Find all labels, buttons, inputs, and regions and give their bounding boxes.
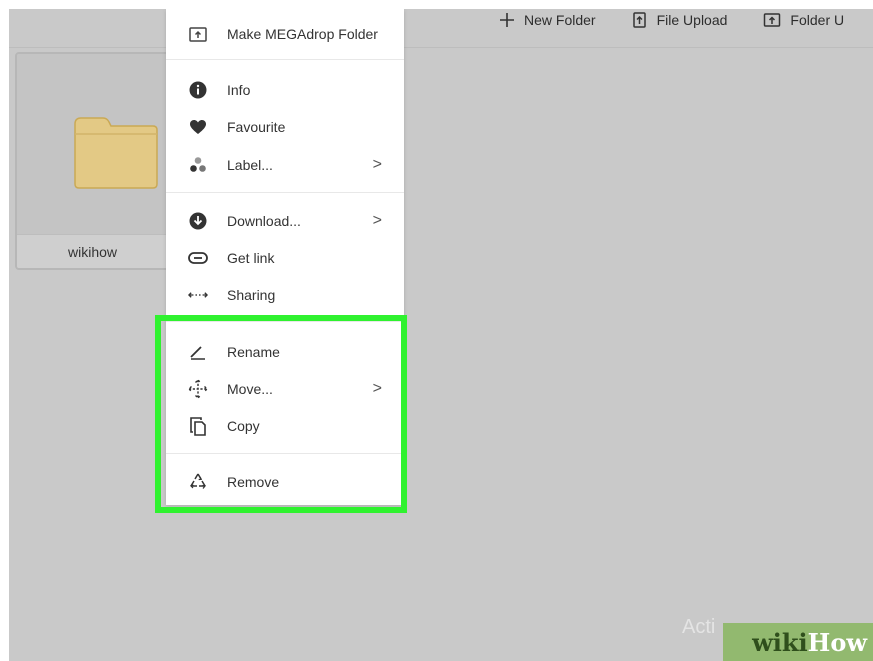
activate-windows-watermark: Acti	[682, 616, 716, 638]
folder-icon	[74, 117, 158, 189]
context-menu: Make MEGAdrop Folder Info Favourite Labe…	[166, 9, 404, 505]
favourite-item[interactable]: Favourite	[166, 111, 404, 143]
info-label: Info	[227, 82, 251, 98]
label-dots-icon	[188, 155, 208, 175]
move-item[interactable]: Move... >	[166, 373, 404, 405]
toolbar-divider	[9, 47, 873, 48]
folder-upload-button[interactable]: Folder U	[763, 12, 844, 28]
folder-thumbnail	[17, 54, 168, 237]
favourite-label: Favourite	[227, 119, 286, 135]
new-folder-button[interactable]: New Folder	[499, 12, 596, 28]
sharing-arrows-icon	[188, 285, 208, 305]
copy-icon	[188, 416, 208, 436]
make-megadrop-folder-item[interactable]: Make MEGAdrop Folder	[166, 18, 404, 50]
remove-item[interactable]: Remove	[166, 466, 404, 498]
download-icon	[188, 211, 208, 231]
wikihow-logo-wiki: wiki	[752, 627, 808, 657]
sharing-label: Sharing	[227, 287, 276, 303]
folder-name: wikihow	[17, 234, 168, 268]
rename-label: Rename	[227, 344, 280, 360]
file-browser-area: New Folder File Upload Folder U wikihow …	[9, 9, 873, 661]
move-label: Move...	[227, 381, 273, 397]
toolbar: New Folder File Upload Folder U	[499, 9, 873, 31]
chevron-right-icon: >	[372, 156, 382, 173]
info-item[interactable]: Info	[166, 74, 404, 106]
get-link-item[interactable]: Get link	[166, 242, 404, 274]
download-item[interactable]: Download... >	[166, 205, 404, 237]
make-megadrop-label: Make MEGAdrop Folder	[227, 26, 378, 42]
get-link-label: Get link	[227, 250, 275, 266]
chevron-right-icon: >	[372, 212, 382, 229]
label-label: Label...	[227, 157, 273, 173]
menu-divider	[166, 192, 404, 193]
info-icon	[188, 80, 208, 100]
menu-divider	[166, 321, 404, 322]
download-label: Download...	[227, 213, 301, 229]
menu-divider	[166, 453, 404, 454]
file-upload-button[interactable]: File Upload	[632, 11, 728, 29]
recycle-icon	[188, 472, 208, 492]
link-icon	[188, 248, 208, 268]
folder-upload-icon	[764, 13, 781, 27]
plus-icon	[500, 13, 514, 27]
megadrop-folder-icon	[188, 24, 208, 44]
sharing-item[interactable]: Sharing	[166, 279, 404, 311]
chevron-right-icon: >	[372, 380, 382, 397]
new-folder-label: New Folder	[524, 12, 596, 28]
copy-item[interactable]: Copy	[166, 410, 404, 442]
folder-card[interactable]: wikihow	[15, 52, 170, 270]
heart-icon	[188, 117, 208, 137]
folder-upload-label: Folder U	[790, 12, 845, 28]
pencil-icon	[188, 342, 208, 362]
file-upload-icon	[632, 12, 646, 28]
wikihow-logo-how: How	[807, 627, 867, 657]
wikihow-logo: wiki How	[723, 623, 873, 661]
file-upload-label: File Upload	[656, 12, 728, 28]
remove-label: Remove	[227, 474, 280, 490]
label-item[interactable]: Label... >	[166, 149, 404, 181]
menu-divider	[166, 59, 404, 60]
copy-label: Copy	[227, 418, 260, 434]
rename-item[interactable]: Rename	[166, 336, 404, 368]
move-arrows-icon	[188, 379, 208, 399]
